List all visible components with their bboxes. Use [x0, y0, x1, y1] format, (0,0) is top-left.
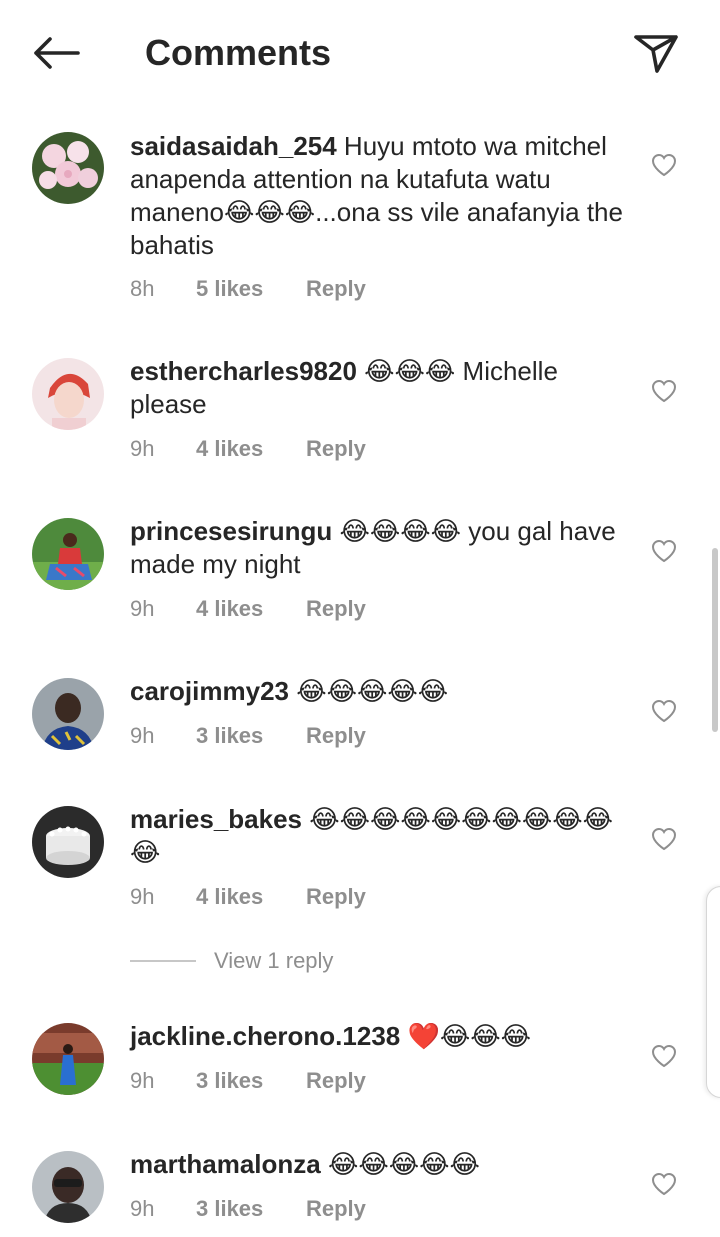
heart-icon [651, 827, 677, 851]
side-panel-edge[interactable] [706, 886, 720, 1098]
divider-line [130, 960, 196, 962]
comment-body: carojimmy23 😂😂😂😂😂 [130, 675, 630, 708]
comment-text-line: marthamalonza 😂😂😂😂😂 [130, 1148, 630, 1181]
view-replies-label: View 1 reply [214, 948, 334, 973]
comment-body: jackline.cherono.1238 ❤️😂😂😂 [130, 1020, 630, 1053]
comment-body: maries_bakes 😂😂😂😂😂😂😂😂😂😂😂 [130, 803, 630, 869]
likes-count[interactable]: 3 likes [196, 1068, 306, 1094]
comment-meta: 9h 3 likes Reply [130, 1196, 366, 1222]
reply-button[interactable]: Reply [306, 1068, 366, 1094]
view-replies-button[interactable]: View 1 reply [130, 948, 333, 974]
reply-button[interactable]: Reply [306, 723, 366, 749]
comment-time: 9h [130, 884, 155, 909]
scrollbar[interactable] [712, 548, 718, 732]
heart-icon [651, 379, 677, 403]
username[interactable]: maries_bakes [130, 804, 302, 834]
reply-button[interactable]: Reply [306, 276, 366, 302]
username[interactable]: saidasaidah_254 [130, 131, 337, 161]
likes-count[interactable]: 5 likes [196, 276, 306, 302]
comment-time: 9h [130, 1196, 155, 1221]
avatar[interactable] [32, 1023, 104, 1095]
comment-meta: 9h 4 likes Reply [130, 596, 366, 622]
comment-text-line: jackline.cherono.1238 ❤️😂😂😂 [130, 1020, 630, 1053]
username[interactable]: esthercharles9820 [130, 356, 357, 386]
comment-meta: 9h 4 likes Reply [130, 436, 366, 462]
comment-text-line: maries_bakes 😂😂😂😂😂😂😂😂😂😂😂 [130, 803, 630, 869]
avatar[interactable] [32, 806, 104, 878]
like-button[interactable] [648, 376, 680, 406]
comment-time: 9h [130, 436, 155, 461]
heart-icon [651, 699, 677, 723]
paper-plane-icon [634, 35, 678, 73]
heart-icon [651, 1172, 677, 1196]
avatar[interactable] [32, 1151, 104, 1223]
flower-photo-avatar [32, 132, 104, 204]
arrow-left-icon [34, 37, 80, 69]
cake-photo-avatar [32, 806, 104, 878]
comment-meta: 9h 3 likes Reply [130, 1068, 366, 1094]
person-photo-avatar [32, 1023, 104, 1095]
comment-time: 8h [130, 276, 155, 301]
likes-count[interactable]: 4 likes [196, 596, 306, 622]
comment-text-line: carojimmy23 😂😂😂😂😂 [130, 675, 630, 708]
reply-button[interactable]: Reply [306, 884, 366, 910]
like-button[interactable] [648, 696, 680, 726]
comment-meta: 9h 3 likes Reply [130, 723, 366, 749]
comment-text-line: esthercharles9820 😂😂😂 Michelle please [130, 355, 630, 421]
avatar[interactable] [32, 678, 104, 750]
person-photo-avatar [32, 358, 104, 430]
like-button[interactable] [648, 150, 680, 180]
reply-button[interactable]: Reply [306, 436, 366, 462]
share-button[interactable] [628, 28, 684, 78]
comment-time: 9h [130, 596, 155, 621]
reply-button[interactable]: Reply [306, 1196, 366, 1222]
comment-time: 9h [130, 1068, 155, 1093]
reply-button[interactable]: Reply [306, 596, 366, 622]
like-button[interactable] [648, 824, 680, 854]
comment-text: ❤️😂😂😂 [400, 1021, 531, 1051]
likes-count[interactable]: 3 likes [196, 1196, 306, 1222]
heart-icon [651, 539, 677, 563]
page-title: Comments [145, 32, 332, 73]
person-photo-avatar [32, 1151, 104, 1223]
comment-meta: 9h 4 likes Reply [130, 884, 366, 910]
comment-text: 😂😂😂😂😂 [320, 1149, 480, 1179]
heart-icon [651, 153, 677, 177]
like-button[interactable] [648, 1169, 680, 1199]
avatar[interactable] [32, 518, 104, 590]
heart-icon [651, 1044, 677, 1068]
comment-body: saidasaidah_254 Huyu mtoto wa mitchel an… [130, 130, 630, 262]
username[interactable]: princesesirungu [130, 516, 332, 546]
comment-text-line: saidasaidah_254 Huyu mtoto wa mitchel an… [130, 130, 630, 262]
username[interactable]: carojimmy23 [130, 676, 289, 706]
likes-count[interactable]: 4 likes [196, 436, 306, 462]
likes-count[interactable]: 4 likes [196, 884, 306, 910]
comment-body: esthercharles9820 😂😂😂 Michelle please [130, 355, 630, 421]
person-photo-avatar [32, 678, 104, 750]
likes-count[interactable]: 3 likes [196, 723, 306, 749]
person-photo-avatar [32, 518, 104, 590]
comment-meta: 8h 5 likes Reply [130, 276, 366, 302]
back-button[interactable] [28, 30, 84, 76]
top-bar: Comments [0, 0, 720, 108]
avatar[interactable] [32, 358, 104, 430]
comment-body: princesesirungu 😂😂😂😂 you gal have made m… [130, 515, 630, 581]
comment-text-line: princesesirungu 😂😂😂😂 you gal have made m… [130, 515, 630, 581]
comment-body: marthamalonza 😂😂😂😂😂 [130, 1148, 630, 1181]
like-button[interactable] [648, 1041, 680, 1071]
comment-time: 9h [130, 723, 155, 748]
avatar[interactable] [32, 132, 104, 204]
comment-text: 😂😂😂😂😂 [288, 676, 449, 706]
username[interactable]: jackline.cherono.1238 [130, 1021, 400, 1051]
like-button[interactable] [648, 536, 680, 566]
username[interactable]: marthamalonza [130, 1149, 321, 1179]
